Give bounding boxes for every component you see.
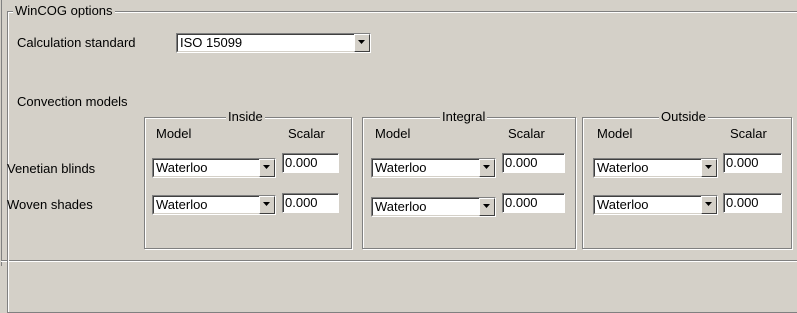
inside-venetian-scalar-input[interactable]: 0.000 [282,153,339,173]
integral-woven-model-dropdown-button[interactable] [479,198,495,216]
outside-venetian-model-dropdown-button[interactable] [701,159,717,177]
integral-woven-model-value: Waterloo [375,199,427,214]
chevron-down-icon [263,165,270,169]
chevron-down-icon [705,165,712,169]
outside-woven-scalar-input[interactable]: 0.000 [723,193,782,213]
inside-model-header: Model [156,126,192,141]
chevron-down-icon [483,204,490,208]
inside-scalar-header: Scalar [288,126,325,141]
integral-venetian-model-dropdown-button[interactable] [479,159,495,177]
integral-venetian-scalar-value: 0.000 [505,155,538,170]
row-label-woven-shades: Woven shades [7,197,93,212]
convection-models-label: Convection models [17,94,128,109]
integral-venetian-model-select[interactable]: Waterloo [371,158,496,178]
inside-group-title: Inside [226,109,265,125]
integral-scalar-header: Scalar [508,126,545,141]
outside-woven-model-dropdown-button[interactable] [701,196,717,214]
wincog-options-title: WinCOG options [13,3,115,19]
integral-venetian-model-value: Waterloo [375,160,427,175]
inside-venetian-model-value: Waterloo [156,160,208,175]
inside-venetian-scalar-value: 0.000 [285,155,318,170]
inside-woven-model-select[interactable]: Waterloo [152,195,276,215]
calculation-standard-value: ISO 15099 [180,35,243,50]
chevron-down-icon [263,202,270,206]
outside-model-header: Model [597,126,633,141]
calculation-standard-dropdown-button[interactable] [354,34,370,52]
outside-venetian-scalar-input[interactable]: 0.000 [723,153,782,173]
integral-woven-model-select[interactable]: Waterloo [371,197,496,217]
chevron-down-icon [358,40,365,44]
inside-woven-model-value: Waterloo [156,197,208,212]
left-edge-line [1,0,2,266]
inside-woven-scalar-value: 0.000 [285,195,318,210]
calculation-standard-label: Calculation standard [17,35,136,50]
row-label-venetian-blinds: Venetian blinds [7,161,96,176]
outside-woven-model-value: Waterloo [597,197,649,212]
outside-venetian-scalar-value: 0.000 [726,155,759,170]
outside-scalar-header: Scalar [730,126,767,141]
integral-woven-scalar-input[interactable]: 0.000 [502,193,565,213]
inside-venetian-model-dropdown-button[interactable] [259,159,275,177]
integral-model-header: Model [375,126,411,141]
outside-woven-scalar-value: 0.000 [726,195,759,210]
chevron-down-icon [705,202,712,206]
integral-venetian-scalar-input[interactable]: 0.000 [502,153,565,173]
calculation-standard-select[interactable]: ISO 15099 [176,33,371,53]
inside-woven-scalar-input[interactable]: 0.000 [282,193,339,213]
integral-group-title: Integral [440,109,488,125]
outside-group-title: Outside [659,109,708,125]
outside-venetian-model-select[interactable]: Waterloo [593,158,718,178]
outside-woven-model-select[interactable]: Waterloo [593,195,718,215]
chevron-down-icon [483,165,490,169]
inside-woven-model-dropdown-button[interactable] [259,196,275,214]
outside-venetian-model-value: Waterloo [597,160,649,175]
inside-venetian-model-select[interactable]: Waterloo [152,158,276,178]
integral-woven-scalar-value: 0.000 [505,195,538,210]
